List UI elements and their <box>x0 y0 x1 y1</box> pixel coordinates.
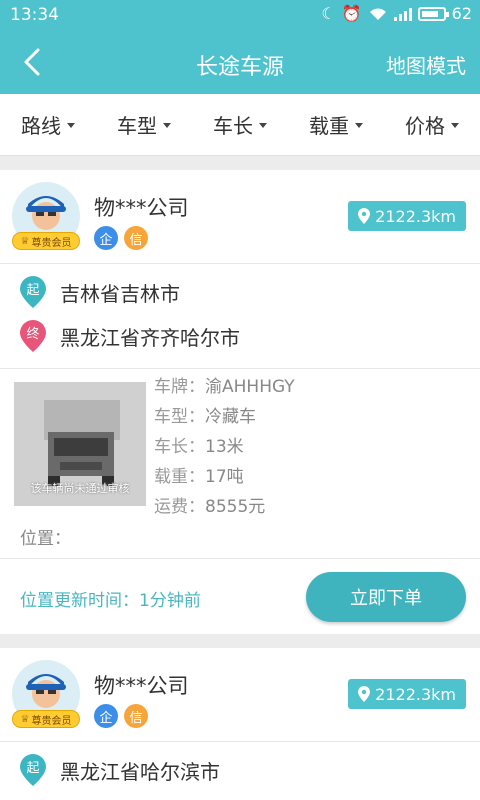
filter-bar: 路线 车型 车长 载重 价格 <box>0 94 480 156</box>
enterprise-badge: 企 <box>94 704 118 728</box>
distance-badge: 2122.3km <box>348 201 466 231</box>
position-label: 位置： <box>20 529 71 549</box>
divider <box>0 263 480 264</box>
image-caption: 该车辆尚未通过审核 <box>30 482 130 495</box>
caret-down-icon <box>67 123 75 128</box>
origin-pin-icon: 起 <box>20 276 46 308</box>
destination-text: 黑龙江省齐齐哈尔市 <box>60 325 240 350</box>
title-bar: 长途车源 地图模式 <box>0 32 480 94</box>
position-update-time: 位置更新时间：1分钟前 <box>20 591 201 611</box>
vehicle-specs: 车牌：渝AHHHGY 车型：冷藏车 车长：13米 载重：17吨 运费：8555元 <box>154 372 295 522</box>
order-now-button[interactable]: 立即下单 <box>306 572 466 622</box>
origin-row: 起 黑龙江省哈尔滨市 <box>20 754 220 786</box>
vip-badge: ♕ 尊贵会员 <box>12 710 80 728</box>
distance-badge: 2122.3km <box>348 679 466 709</box>
caret-down-icon <box>163 123 171 128</box>
vehicle-card[interactable]: ♕ 尊贵会员 物***公司 企 信 2122.3km 起 黑龙江省哈尔滨市 <box>0 648 480 800</box>
signal-icon <box>393 7 412 21</box>
map-mode-button[interactable]: 地图模式 <box>386 50 466 79</box>
wifi-icon <box>369 8 386 20</box>
spec-fee: 运费：8555元 <box>154 497 266 517</box>
credit-badge: 信 <box>124 226 148 250</box>
spec-type: 车型：冷藏车 <box>154 407 256 427</box>
filter-vehicle-length[interactable]: 车长 <box>213 110 267 139</box>
origin-pin-icon: 起 <box>20 754 46 786</box>
moon-icon: ☾ <box>321 4 336 23</box>
company-name: 物***公司 <box>94 674 189 698</box>
status-time: 13:34 <box>10 5 59 25</box>
filter-route[interactable]: 路线 <box>21 110 75 139</box>
status-icons: ☾ ⏰ 62 <box>321 4 472 23</box>
cert-badges: 企 信 <box>94 226 148 250</box>
vehicle-card[interactable]: ♕ 尊贵会员 物***公司 企 信 2122.3km 起 吉林省吉林市 终 黑龙… <box>0 170 480 634</box>
origin-text: 黑龙江省哈尔滨市 <box>60 759 220 784</box>
location-pin-icon <box>358 686 371 702</box>
filter-load[interactable]: 载重 <box>309 110 363 139</box>
origin-text: 吉林省吉林市 <box>60 281 180 306</box>
divider <box>0 558 480 559</box>
company-name: 物***公司 <box>94 196 189 220</box>
caret-down-icon <box>259 123 267 128</box>
spec-load: 载重：17吨 <box>154 467 244 487</box>
alarm-icon: ⏰ <box>341 4 362 23</box>
cert-badges: 企 信 <box>94 704 148 728</box>
crown-icon: ♕ <box>20 713 30 725</box>
divider <box>0 368 480 369</box>
spec-plate: 车牌：渝AHHHGY <box>154 377 295 397</box>
location-pin-icon <box>358 208 371 224</box>
credit-badge: 信 <box>124 704 148 728</box>
vip-badge: ♕ 尊贵会员 <box>12 232 80 250</box>
battery-icon <box>417 6 449 21</box>
caret-down-icon <box>355 123 363 128</box>
filter-vehicle-type[interactable]: 车型 <box>117 110 171 139</box>
caret-down-icon <box>451 123 459 128</box>
crown-icon: ♕ <box>20 235 30 247</box>
origin-row: 起 吉林省吉林市 <box>20 276 180 308</box>
destination-pin-icon: 终 <box>20 320 46 352</box>
spec-length: 车长：13米 <box>154 437 244 457</box>
enterprise-badge: 企 <box>94 226 118 250</box>
divider <box>0 741 480 742</box>
status-bar: 13:34 ☾ ⏰ 62 <box>0 0 480 32</box>
filter-price[interactable]: 价格 <box>405 110 459 139</box>
truck-image[interactable]: 该车辆尚未通过审核 <box>14 382 146 506</box>
destination-row: 终 黑龙江省齐齐哈尔市 <box>20 320 240 352</box>
battery-level: 62 <box>451 4 472 23</box>
